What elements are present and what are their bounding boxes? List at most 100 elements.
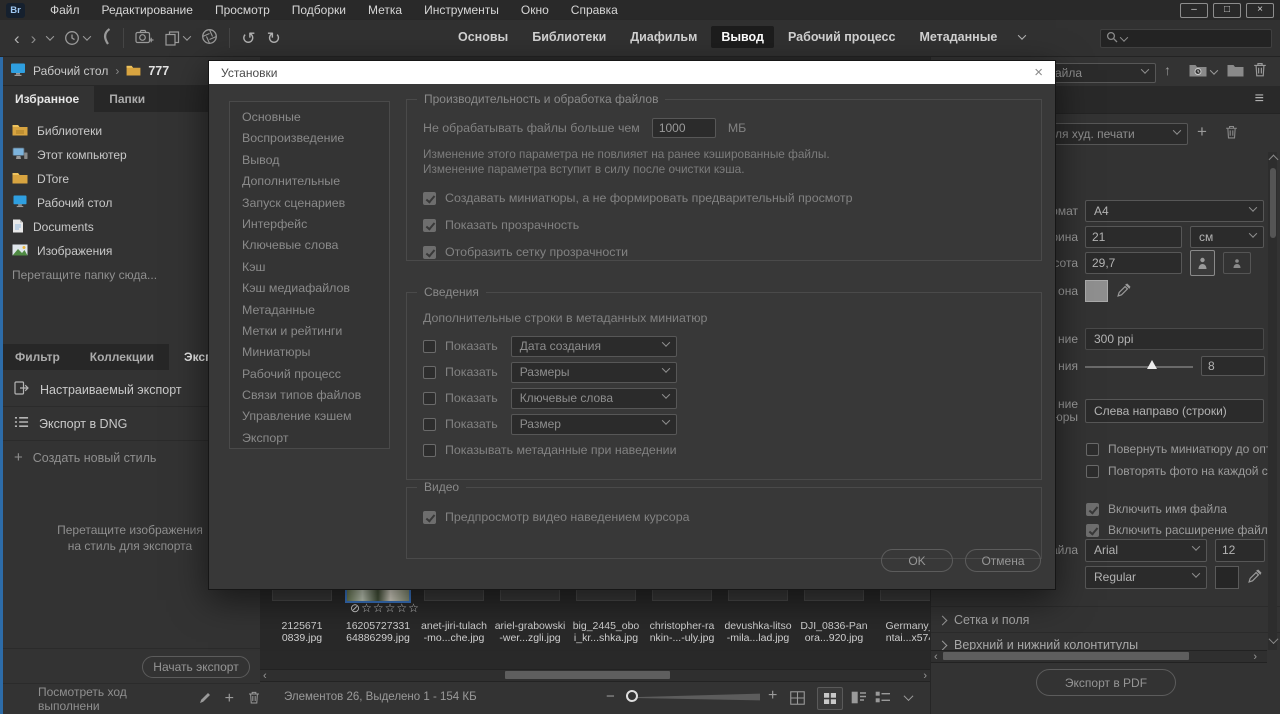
tab-favorites[interactable]: Избранное [0, 86, 95, 112]
nav-interface[interactable]: Интерфейс [230, 214, 389, 235]
landscape-orientation-button[interactable] [1223, 252, 1251, 274]
start-export-button[interactable]: Начать экспорт [142, 656, 250, 678]
font-family-dropdown[interactable]: Arial [1085, 538, 1207, 562]
nav-playback[interactable]: Воспроизведение [230, 128, 389, 149]
metadata-line1-dropdown[interactable]: Дата создания [510, 335, 677, 357]
file-item[interactable]: devushka-litso -mila...lad.jpg [722, 586, 794, 644]
close-button[interactable]: × [1246, 3, 1274, 18]
output-template-dropdown[interactable]: ля худ. печати [1046, 123, 1188, 145]
nav-cache-management[interactable]: Управление кэшем [230, 406, 389, 427]
search-scope-chevron-icon[interactable] [1119, 32, 1129, 42]
width-input[interactable] [1085, 226, 1182, 248]
minimize-button[interactable]: – [1180, 3, 1208, 18]
nav-file-type-associations[interactable]: Связи типов файлов [230, 385, 389, 406]
export-pdf-button[interactable]: Экспорт в PDF [1036, 669, 1176, 696]
show-line1-checkbox[interactable] [423, 339, 436, 353]
output-vertical-scrollbar[interactable] [1268, 152, 1279, 650]
show-metadata-on-hover-checkbox[interactable] [423, 443, 436, 457]
add-icon[interactable]: + [225, 690, 234, 708]
delete-template-icon[interactable] [1225, 125, 1238, 142]
show-transparency-grid-option[interactable]: Отобразить сетку прозрачности [423, 245, 1025, 259]
include-filename-checkbox[interactable] [1086, 502, 1099, 516]
metadata-line2-dropdown[interactable]: Размеры [510, 361, 677, 383]
font-style-dropdown[interactable]: Regular [1085, 565, 1207, 589]
zoom-slider-track[interactable] [634, 693, 760, 701]
zoom-slider-thumb[interactable] [626, 690, 638, 702]
ok-button[interactable]: OK [881, 549, 953, 572]
show-line2-checkbox[interactable] [423, 365, 436, 379]
scrollbar-thumb[interactable] [505, 671, 670, 679]
unit-dropdown[interactable]: см [1190, 226, 1264, 248]
output-horizontal-scrollbar[interactable]: ‹ › [931, 650, 1267, 663]
nav-workflow[interactable]: Рабочий процесс [230, 364, 389, 385]
scrollbar-thumb[interactable] [943, 652, 1189, 660]
zoom-in-icon[interactable]: + [768, 687, 777, 705]
section-grid-margins[interactable]: Сетка и поля [931, 609, 1280, 631]
tab-collections[interactable]: Коллекции [75, 344, 169, 370]
font-color-swatch[interactable] [1215, 565, 1239, 589]
nav-export[interactable]: Экспорт [230, 428, 389, 449]
new-folder-icon[interactable] [1227, 63, 1244, 80]
nav-output[interactable]: Вывод [230, 150, 389, 171]
history-icon[interactable] [64, 30, 92, 46]
recent-folder-chevron-icon[interactable] [1209, 66, 1219, 75]
file-size-limit-input[interactable] [651, 118, 716, 138]
copy-files-icon[interactable] [165, 30, 192, 46]
view-options-chevron-icon[interactable] [903, 691, 914, 702]
scroll-down-icon[interactable] [1268, 634, 1279, 645]
nav-media-cache[interactable]: Кэш медиафайлов [230, 278, 389, 299]
tab-libraries[interactable]: Библиотеки [522, 26, 616, 48]
scroll-right-icon[interactable]: › [1253, 652, 1257, 663]
thumbnail-view-icon-active[interactable] [817, 687, 843, 710]
metadata-line3-dropdown[interactable]: Ключевые слова [510, 387, 677, 409]
recent-folder-icon[interactable] [1189, 63, 1207, 80]
rotate-thumbnail-checkbox[interactable] [1086, 442, 1099, 456]
tab-metadata[interactable]: Метаданные [909, 26, 1007, 48]
nav-metadata[interactable]: Метаданные [230, 300, 389, 321]
nav-chevron-icon[interactable] [46, 32, 55, 41]
video-hover-preview-checkbox[interactable] [423, 510, 436, 524]
portrait-orientation-button-selected[interactable] [1190, 250, 1215, 276]
panel-menu-icon[interactable]: ≡ [1255, 90, 1264, 108]
scroll-left-icon[interactable]: ‹ [263, 671, 267, 682]
copy-chevron-icon[interactable] [183, 32, 192, 41]
tab-output[interactable]: Вывод [711, 26, 774, 48]
sort-ascending-icon[interactable]: ↑ [1164, 62, 1171, 78]
back-button[interactable]: ‹ [14, 30, 20, 47]
nav-thumbnails[interactable]: Миниатюры [230, 342, 389, 363]
show-metadata-on-hover-option[interactable]: Показывать метаданные при наведении [423, 443, 1025, 457]
tab-workflow[interactable]: Рабочий процесс [778, 26, 905, 48]
eyedropper-icon[interactable] [1117, 283, 1131, 300]
zoom-out-icon[interactable]: − [606, 688, 615, 705]
show-line4-checkbox[interactable] [423, 417, 436, 431]
edit-pencil-icon[interactable] [199, 692, 211, 707]
format-dropdown[interactable]: A4 [1085, 200, 1264, 222]
star-rating[interactable]: ⊘☆☆☆☆☆ [350, 601, 420, 615]
scroll-up-icon[interactable] [1268, 154, 1279, 165]
nav-startup-scripts[interactable]: Запуск сценариев [230, 193, 389, 214]
list-view-icon[interactable] [875, 691, 891, 704]
search-input[interactable] [1130, 31, 1254, 46]
tab-filter[interactable]: Фильтр [0, 344, 75, 370]
workspace-chevron-icon[interactable] [1018, 31, 1027, 40]
repeat-photo-option[interactable]: Повторять фото на каждой странице [1086, 459, 1271, 483]
video-hover-preview-option[interactable]: Предпросмотр видео наведением курсора [423, 510, 1025, 524]
generate-thumbnails-checkbox[interactable] [423, 191, 436, 205]
breadcrumb-root[interactable]: Рабочий стол [33, 64, 108, 78]
dialog-close-icon[interactable]: × [1034, 65, 1043, 80]
nav-keywords[interactable]: Ключевые слова [230, 235, 389, 256]
menu-stacks[interactable]: Подборки [281, 0, 357, 20]
undo-icon[interactable]: ↺ [241, 30, 255, 47]
get-photos-camera-icon[interactable] [135, 29, 154, 47]
file-item[interactable]: DJI_0836-Pan ora...920.jpg [798, 586, 870, 644]
scroll-left-icon[interactable]: ‹ [934, 652, 938, 663]
rotate-thumbnail-option[interactable]: Повернуть миниатюру до оптимальн [1086, 437, 1271, 461]
show-transparency-checkbox[interactable] [423, 218, 436, 232]
history-chevron-icon[interactable] [83, 32, 92, 41]
file-item[interactable]: ariel-grabowski -wer...zgli.jpg [494, 586, 566, 644]
details-view-icon[interactable] [851, 691, 867, 704]
quality-slider[interactable] [1085, 359, 1193, 373]
background-color-swatch[interactable] [1085, 280, 1108, 302]
font-size-input[interactable] [1215, 538, 1265, 562]
tab-essentials[interactable]: Основы [448, 26, 518, 48]
